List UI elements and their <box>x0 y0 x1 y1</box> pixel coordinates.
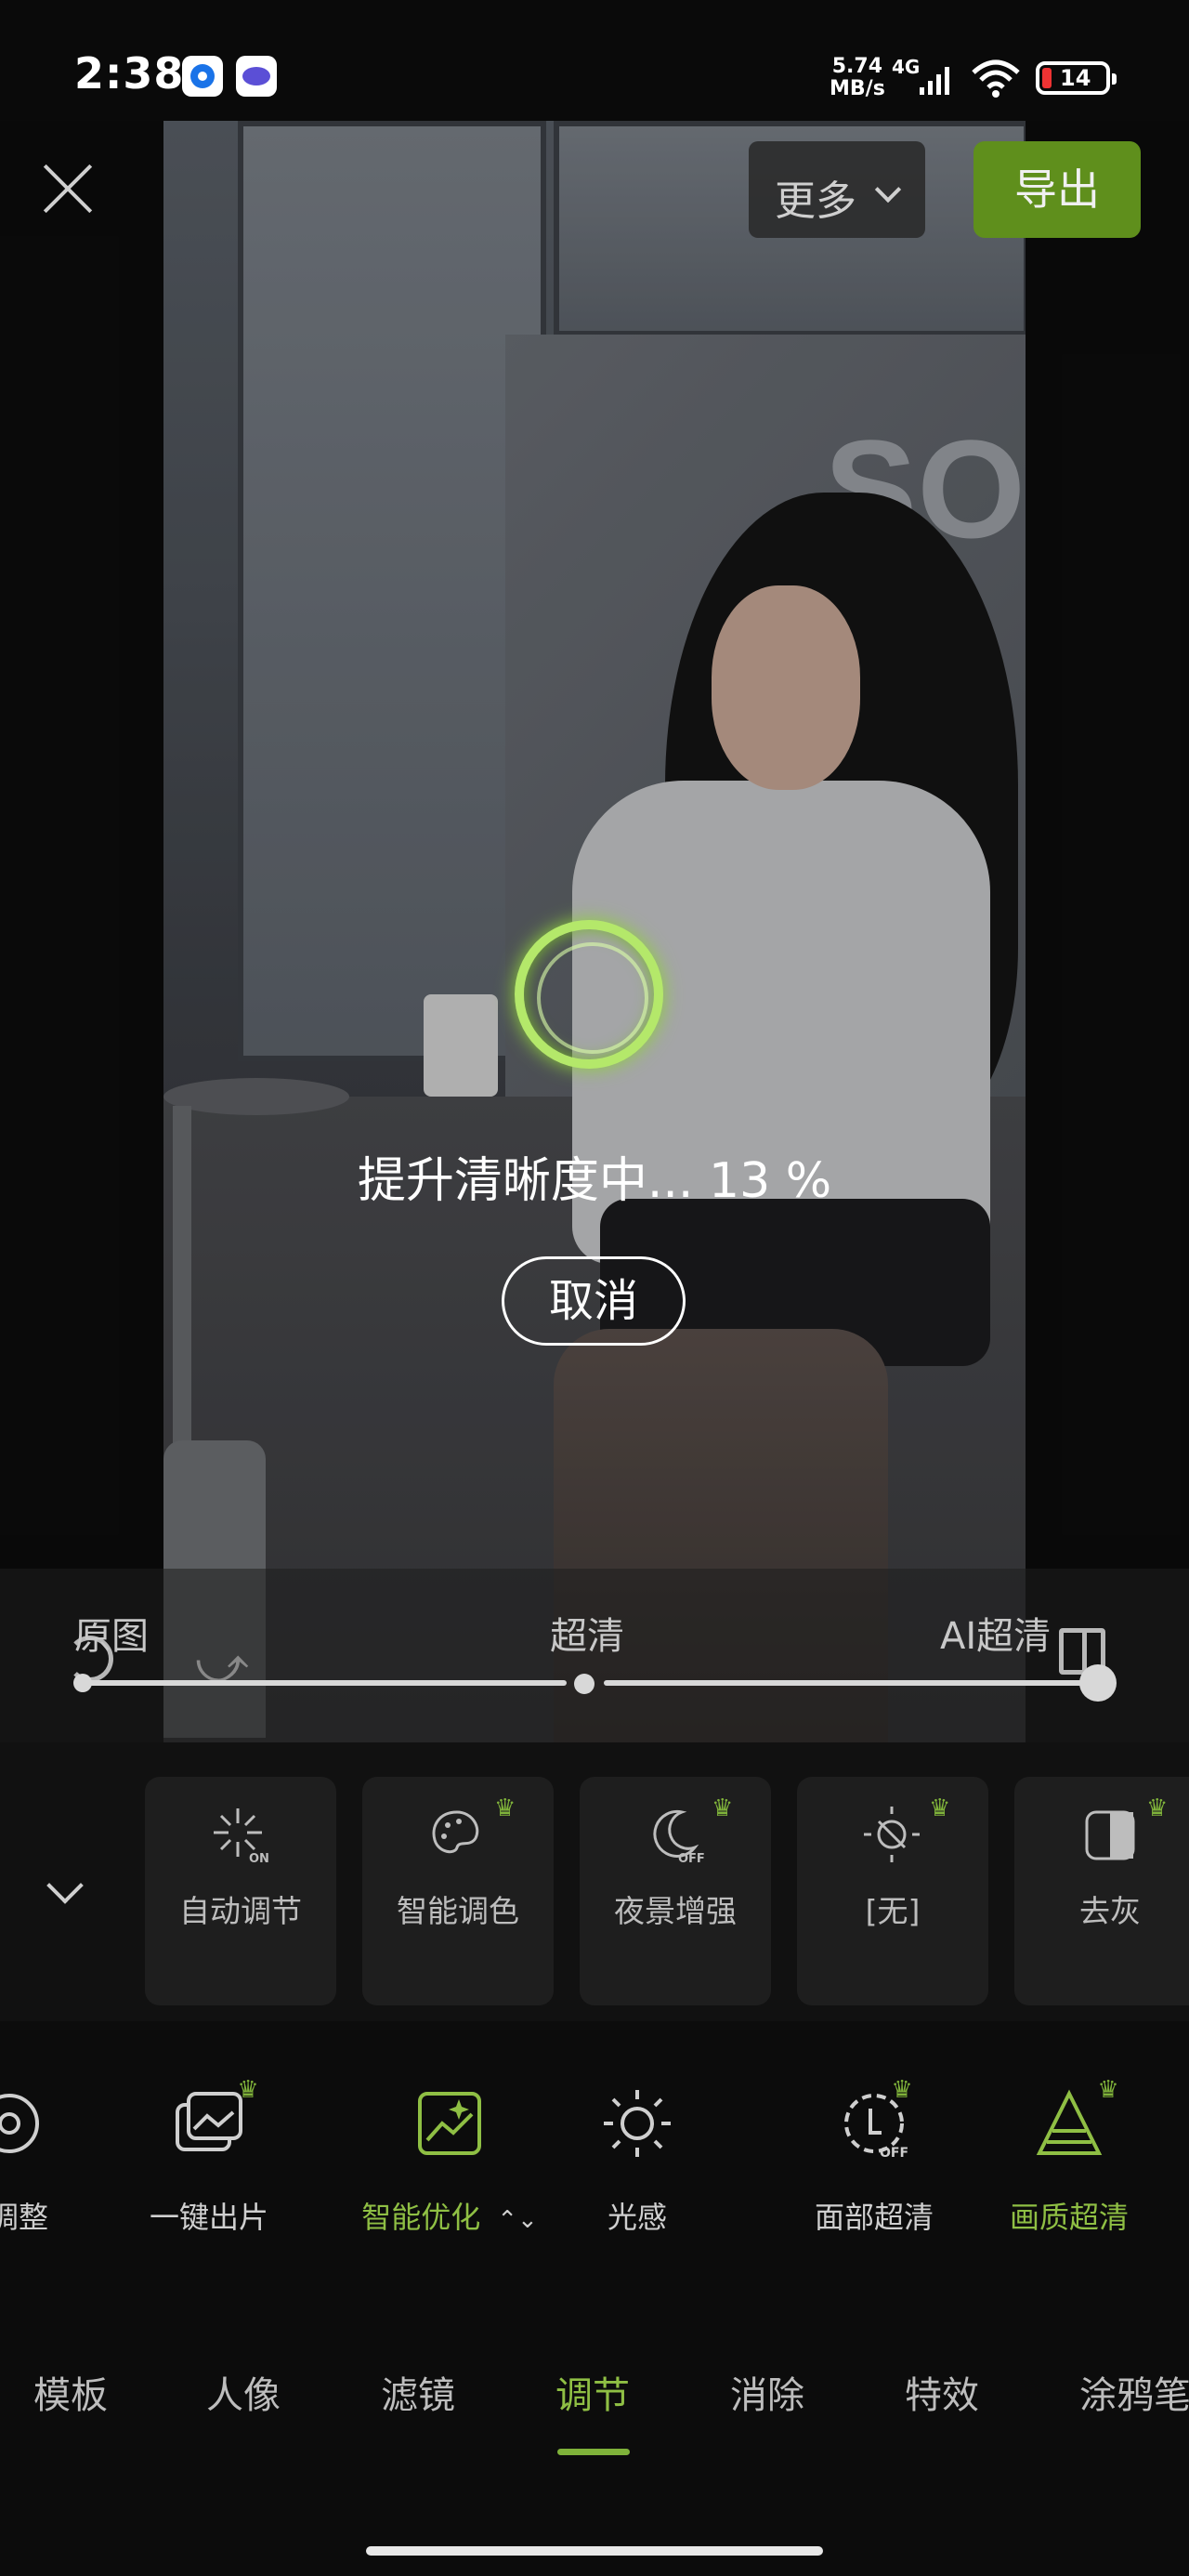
premium-crown-icon: ♛ <box>712 1794 734 1822</box>
notification-app-icon <box>182 56 223 97</box>
more-button-label: 更多 <box>775 177 856 225</box>
tool-label: 一键出片 <box>149 2200 268 2235</box>
tab-effects[interactable]: 特效 <box>905 2365 979 2419</box>
tool-label: 调整 <box>0 2200 48 2235</box>
tab-templates[interactable]: 模板 <box>33 2365 108 2419</box>
premium-crown-icon: ♛ <box>1146 1794 1169 1822</box>
cellular-signal-icon <box>920 67 949 95</box>
option-label: 去灰 <box>1079 1893 1141 1929</box>
sun-slash-icon <box>864 1807 920 1862</box>
tool-label: 面部超清 <box>814 2200 934 2235</box>
tab-adjust[interactable]: 调节 <box>555 2365 630 2419</box>
slider-stop-hd[interactable] <box>574 1674 594 1694</box>
premium-crown-icon: ♛ <box>237 2076 259 2104</box>
tab-filters[interactable]: 滤镜 <box>381 2365 455 2419</box>
slider-label-hd[interactable]: 超清 <box>550 1606 624 1660</box>
slider-thumb[interactable] <box>1079 1664 1117 1702</box>
cancel-button[interactable]: 取消 <box>502 1256 686 1346</box>
night-enhance-badge: OFF <box>678 1852 705 1866</box>
premium-crown-icon: ♛ <box>494 1794 516 1822</box>
option-label: 智能调色 <box>397 1893 519 1929</box>
option-auto-adjust[interactable]: ON 自动调节 <box>145 1777 336 2005</box>
tab-portrait[interactable]: 人像 <box>206 2365 281 2419</box>
auto-adjust-icon: ON <box>214 1808 269 1866</box>
redo-icon[interactable]: ⤻ <box>195 1636 249 1695</box>
close-icon[interactable] <box>39 160 97 217</box>
tool-adjust[interactable]: 调整 <box>0 2086 74 2237</box>
network-speed-unit: MB/s <box>830 77 885 100</box>
wifi-icon <box>972 59 1020 98</box>
more-button[interactable]: 更多 <box>749 141 925 238</box>
active-tab-indicator <box>557 2449 630 2455</box>
slider-label-original[interactable]: 原图 <box>74 1606 149 1660</box>
option-smart-color[interactable]: ♛ 智能调色 <box>362 1777 554 2005</box>
premium-crown-icon: ♛ <box>891 2076 913 2104</box>
battery-icon: 14 <box>1036 61 1117 95</box>
option-night-enhance[interactable]: OFF ♛ 夜景增强 <box>580 1777 771 2005</box>
option-dehaze[interactable]: ♛ 去灰 <box>1014 1777 1189 2005</box>
smart-color-icon <box>432 1810 479 1854</box>
tool-one-click[interactable]: ♛ 一键出片 <box>139 2078 279 2237</box>
tool-label: 画质超清 <box>1009 2200 1129 2235</box>
adjust-icon <box>0 2094 39 2153</box>
tool-label: 光感 <box>607 2200 667 2235</box>
face-hd-badge: OFF <box>880 2146 908 2161</box>
network-speed-value: 5.74 <box>831 55 883 78</box>
tool-label-text: 智能优化 <box>361 2200 481 2235</box>
option-label: [无] <box>865 1893 921 1929</box>
premium-crown-icon: ♛ <box>929 1794 951 1822</box>
smart-optimize-icon <box>418 2092 481 2155</box>
network-speed: 5.74 MB/s <box>830 56 885 100</box>
tab-remove[interactable]: 消除 <box>730 2365 804 2419</box>
battery-level <box>1042 68 1052 88</box>
tool-quality-hd[interactable]: ♛ 画质超清 <box>1000 2078 1139 2237</box>
option-label: 夜景增强 <box>614 1893 737 1929</box>
slider-stop-original[interactable] <box>73 1674 92 1692</box>
status-time: 2:38 <box>74 48 185 99</box>
processing-status-text: 提升清晰度中... 13 % <box>357 1153 832 1209</box>
tab-doodle[interactable]: 涂鸦笔 <box>1079 2365 1189 2419</box>
tool-face-hd[interactable]: OFF ♛ 面部超清 <box>804 2078 944 2237</box>
slider-label-ai-hd[interactable]: AI超清 <box>940 1606 1051 1660</box>
option-label: 自动调节 <box>179 1893 302 1929</box>
tool-smart-optimize[interactable]: 智能优化 ⌃⌄ <box>360 2086 539 2237</box>
light-icon <box>604 2090 671 2157</box>
auto-adjust-badge: ON <box>249 1852 269 1866</box>
slider-track-left[interactable] <box>84 1680 567 1686</box>
tool-label: 智能优化 ⌃⌄ <box>360 2194 539 2237</box>
export-button[interactable]: 导出 <box>973 141 1141 238</box>
tool-light[interactable]: 光感 <box>581 2086 693 2237</box>
slider-track-right[interactable] <box>604 1680 1096 1686</box>
night-enhance-icon: OFF <box>653 1809 705 1866</box>
premium-crown-icon: ♛ <box>1097 2076 1119 2104</box>
dehaze-icon <box>1085 1810 1135 1860</box>
battery-percent: 14 <box>1060 65 1091 91</box>
loading-ring-icon <box>515 920 663 1069</box>
chevron-down-icon <box>874 176 902 204</box>
option-none[interactable]: ♛ [无] <box>797 1777 988 2005</box>
notification-app-icon-2 <box>236 56 277 97</box>
signal-type: 4G <box>892 56 921 78</box>
expand-chevron-icon[interactable]: ⌃⌄ <box>497 2206 538 2234</box>
home-indicator[interactable] <box>366 2546 823 2556</box>
